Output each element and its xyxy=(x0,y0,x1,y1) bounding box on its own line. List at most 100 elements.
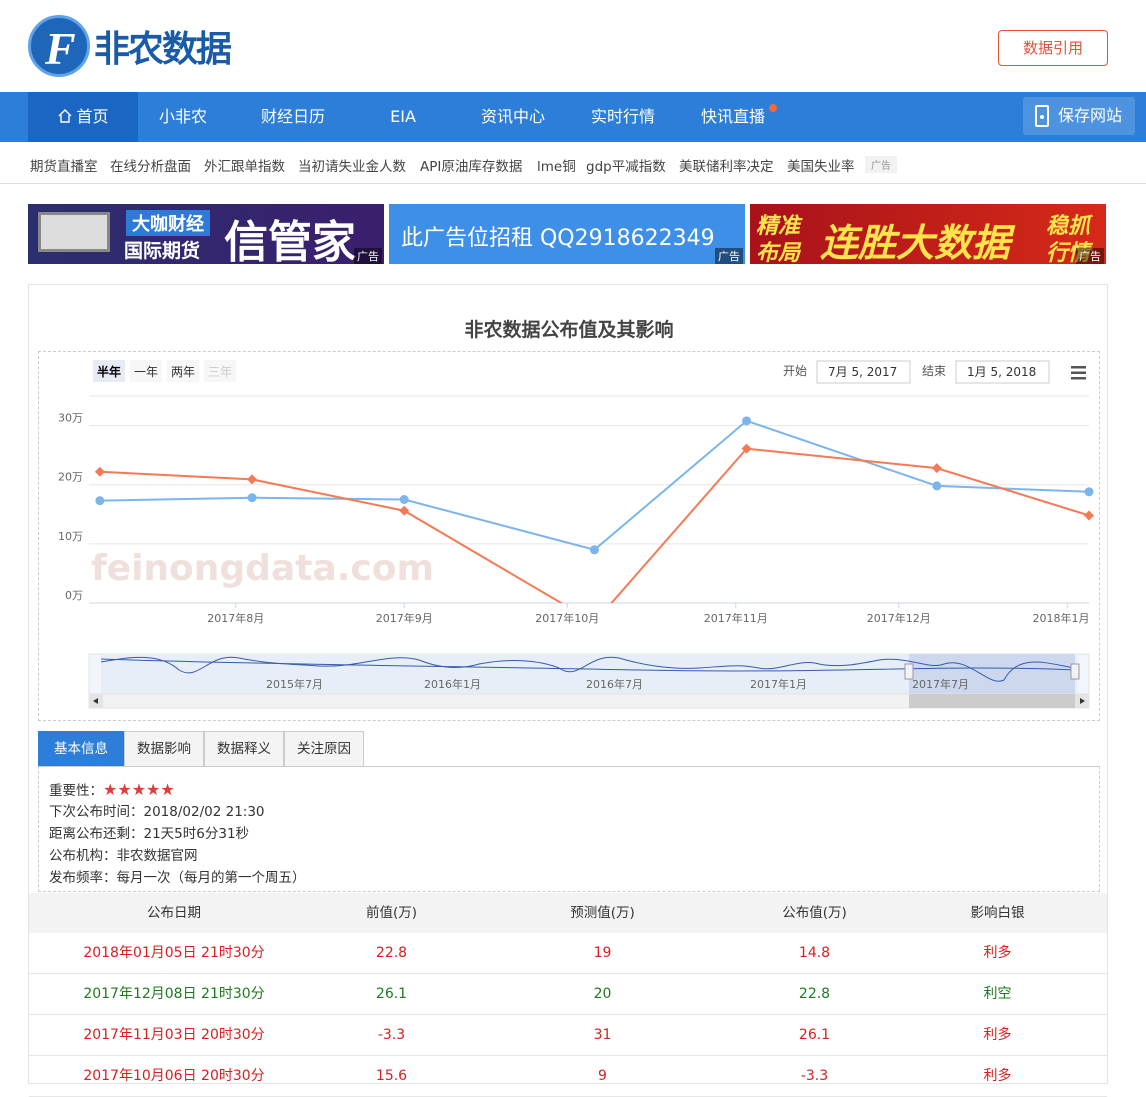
impact-cell: 利多 xyxy=(983,1068,1012,1084)
notification-dot xyxy=(769,104,777,112)
release-date-cell: 2017年11月03日 20时30分 xyxy=(83,1027,265,1043)
ad-banner-xinguanjia[interactable]: 大咖财经 国际期货 信管家 广告 xyxy=(28,204,384,264)
monitor-icon xyxy=(38,212,110,252)
ad-text: 布局 xyxy=(756,241,801,264)
release-date-cell: 2017年12月08日 21时30分 xyxy=(83,986,265,1002)
quick-link[interactable]: gdp平减指数 xyxy=(586,155,666,175)
quick-link[interactable]: lme铜 xyxy=(537,155,576,175)
quick-links-bar: 期货直播室 在线分析盘面 外汇跟单指数 当初请失业金人数 API原油库存数据 l… xyxy=(0,142,1146,184)
quick-link[interactable]: 当初请失业金人数 xyxy=(298,155,406,175)
column-header: 公布值(万) xyxy=(782,905,847,921)
scrollbar-thumb[interactable] xyxy=(909,694,1075,708)
nav-item-news[interactable]: 资讯中心 xyxy=(458,92,568,142)
series-point xyxy=(1084,487,1094,497)
forecast-cell: 20 xyxy=(593,986,612,1002)
menu-icon[interactable] xyxy=(1071,366,1086,380)
quick-link[interactable]: 外汇跟单指数 xyxy=(204,155,285,175)
ad-label: 广告 xyxy=(1076,248,1104,264)
previous-cell: 26.1 xyxy=(375,986,408,1002)
forecast-cell: 9 xyxy=(598,1068,607,1084)
nav-label: 首页 xyxy=(76,107,109,126)
series-point xyxy=(247,474,258,485)
nav-item-mini-nfp[interactable]: 小非农 xyxy=(128,92,238,142)
release-date-cell: 2017年10月06日 20时30分 xyxy=(83,1068,265,1084)
site-header: F 非农数据 数据引用 xyxy=(0,0,1146,92)
column-header: 公布日期 xyxy=(147,905,201,921)
column-header: 影响白银 xyxy=(970,905,1025,921)
range-button-one-year[interactable]: 一年 xyxy=(134,365,158,379)
quick-link[interactable]: 美联储利率决定 xyxy=(679,155,774,175)
nav-item-calendar[interactable]: 财经日历 xyxy=(238,92,348,142)
nav-item-live[interactable]: 快讯直播 xyxy=(678,92,788,142)
tab-data-impact[interactable]: 数据影响 xyxy=(124,731,204,767)
watermark: feinongdata.com xyxy=(91,548,434,589)
quick-link[interactable]: API原油库存数据 xyxy=(420,155,522,175)
nav-item-home[interactable]: 首页 xyxy=(28,92,138,142)
actual-cell: 22.8 xyxy=(798,986,831,1002)
end-label: 结束 xyxy=(922,364,946,378)
main-nav: 首页 小非农 财经日历 EIA 资讯中心 实时行情 快讯直播 保存网站 xyxy=(0,92,1146,142)
forecast-cell: 31 xyxy=(593,1027,612,1043)
ad-label: 广告 xyxy=(354,248,382,264)
nav-item-eia[interactable]: EIA xyxy=(348,92,458,142)
navigator-label: 2017年1月 xyxy=(750,677,807,691)
x-tick-label: 2017年10月 xyxy=(535,611,599,625)
previous-cell: 15.6 xyxy=(375,1068,408,1084)
countdown: 距离公布还剩：21天5时6分31秒 xyxy=(49,826,250,842)
actual-cell: -3.3 xyxy=(800,1068,829,1084)
ad-banner-big-data[interactable]: 精准 布局 连胜大数据 稳抓 行情 广告 xyxy=(750,204,1106,264)
table-row: 2017年11月03日 20时30分 -3.3 31 26.1 利多 xyxy=(29,1015,1107,1056)
chart-container: 半年 一年 两年 三年 开始 7月 5, 2017 结束 1月 5, 2018 … xyxy=(38,351,1100,721)
ad-text: 大咖财经 xyxy=(126,210,210,236)
impact-cell: 利多 xyxy=(983,945,1012,961)
series-point xyxy=(247,493,257,503)
quick-link[interactable]: 期货直播室 xyxy=(30,155,98,175)
quick-link[interactable]: 美国失业率 xyxy=(787,155,855,175)
x-tick-label: 2018年1月 xyxy=(1033,611,1090,625)
ad-text: 信管家 xyxy=(224,217,356,264)
logo-text: 非农数据 xyxy=(94,29,232,70)
ad-banner-for-rent[interactable]: 此广告位招租 QQ2918622349 广告 xyxy=(389,204,745,264)
table-row: 2018年01月05日 21时30分 22.8 19 14.8 利多 xyxy=(29,933,1107,974)
ad-tag: 广告 xyxy=(865,156,897,173)
navigator-label: 2016年7月 xyxy=(586,677,643,691)
phone-icon xyxy=(1035,105,1049,127)
series-point xyxy=(742,416,752,426)
previous-cell: -3.3 xyxy=(377,1027,406,1043)
navigator-label: 2016年1月 xyxy=(424,677,481,691)
nav-item-quotes[interactable]: 实时行情 xyxy=(568,92,678,142)
series-point xyxy=(399,495,409,504)
ad-text: 连胜大数据 xyxy=(820,221,1011,264)
quick-link[interactable]: 在线分析盘面 xyxy=(110,155,191,175)
series-point xyxy=(94,466,105,477)
agency: 公布机构：非农数据官网 xyxy=(49,848,198,864)
navigator-handle-right[interactable] xyxy=(1070,663,1080,680)
data-cite-button[interactable]: 数据引用 xyxy=(998,30,1108,66)
forecast-cell: 19 xyxy=(593,945,612,961)
y-tick-label: 0万 xyxy=(65,589,83,602)
x-tick-label: 2017年12月 xyxy=(867,611,931,625)
site-logo[interactable]: F 非农数据 xyxy=(28,15,232,77)
indicator-panel: 非农数据公布值及其影响 半年 一年 两年 三年 开始 7月 5, 2017 结束… xyxy=(28,284,1108,1097)
ad-text: 国际期货 xyxy=(124,240,201,262)
basic-info-content: 重要性：★★★★★ 下次公布时间：2018/02/02 21:30 距离公布还剩… xyxy=(38,766,1100,892)
tab-data-definition[interactable]: 数据释义 xyxy=(204,731,284,767)
series-point xyxy=(589,545,599,555)
series-point xyxy=(1084,510,1094,521)
tab-basic-info[interactable]: 基本信息 xyxy=(38,731,124,767)
chart-navigator[interactable]: 2015年7月 2016年1月 2016年7月 2017年1月 2017年7月 xyxy=(88,653,1090,709)
navigator-handle-left[interactable] xyxy=(904,663,914,680)
ad-banner-row: 大咖财经 国际期货 信管家 广告 此广告位招租 QQ2918622349 广告 … xyxy=(28,204,1106,264)
navigator-label: 2015年7月 xyxy=(266,677,323,691)
y-tick-label: 30万 xyxy=(58,412,83,425)
range-button-three-years[interactable]: 三年 xyxy=(208,365,232,379)
save-site-button[interactable]: 保存网站 xyxy=(1023,97,1135,135)
logo-icon: F xyxy=(28,15,90,77)
ad-text: 此广告位招租 QQ2918622349 xyxy=(401,226,715,251)
chart-title: 非农数据公布值及其影响 xyxy=(464,319,674,341)
x-tick-label: 2017年9月 xyxy=(376,611,433,625)
range-button-half-year[interactable]: 半年 xyxy=(97,364,121,379)
tab-focus-reason[interactable]: 关注原因 xyxy=(284,731,364,767)
range-button-two-years[interactable]: 两年 xyxy=(171,365,195,379)
series-point xyxy=(931,463,942,474)
